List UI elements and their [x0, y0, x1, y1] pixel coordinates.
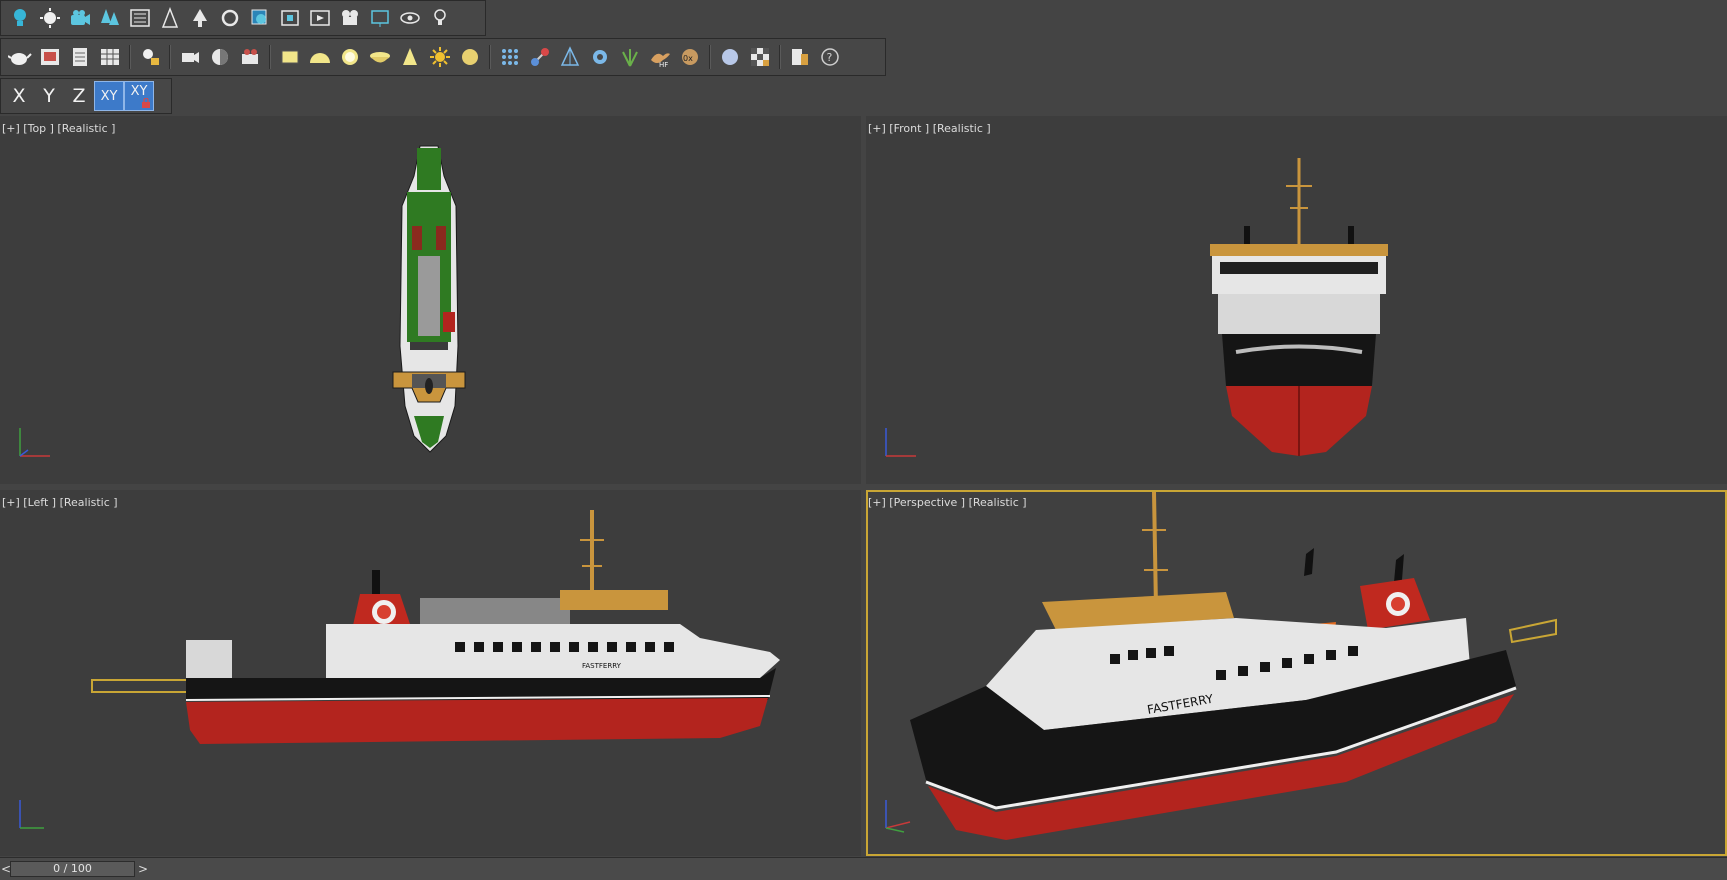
molecule-icon[interactable] — [525, 42, 555, 72]
camera-rig-icon[interactable] — [175, 42, 205, 72]
timeline-next-button[interactable]: > — [137, 861, 149, 877]
create-toolbar: HF 0x ? — [0, 38, 886, 76]
globe-icon[interactable] — [715, 42, 745, 72]
axis-y-button[interactable]: Y — [34, 81, 64, 111]
eye-icon[interactable] — [395, 3, 425, 33]
axis-gizmo — [19, 800, 44, 829]
axis-x-button[interactable]: X — [4, 81, 34, 111]
grass-icon[interactable] — [615, 42, 645, 72]
teapot-icon[interactable] — [5, 42, 35, 72]
axis-gizmo — [19, 428, 50, 457]
axis-xy-button[interactable]: XY — [94, 81, 124, 111]
ship-top-view — [392, 145, 466, 453]
axis-constraints-toolbar: X Y Z XY XY — [0, 78, 172, 114]
tree-icon[interactable] — [185, 3, 215, 33]
toolbar-separator — [779, 45, 781, 69]
dome-icon[interactable] — [305, 42, 335, 72]
sun-icon[interactable] — [35, 3, 65, 33]
toolbar-separator — [709, 45, 711, 69]
ship-front-view — [1210, 158, 1388, 456]
doc-icon[interactable] — [785, 42, 815, 72]
notes-icon[interactable] — [65, 42, 95, 72]
toolbar-separator — [169, 45, 171, 69]
axis-z-button[interactable]: Z — [64, 81, 94, 111]
trees-icon[interactable] — [95, 3, 125, 33]
svg-text:0x: 0x — [683, 54, 693, 63]
viewport-perspective[interactable]: [+] [Perspective ] [Realistic ] FASTFERR… — [866, 490, 1727, 856]
bulb-icon[interactable] — [425, 3, 455, 33]
frame-icon[interactable] — [275, 3, 305, 33]
help-icon[interactable]: ? — [815, 42, 845, 72]
viewport-top[interactable]: [+] [Top ] [Realistic ] — [0, 116, 861, 484]
toolbar-separator — [269, 45, 271, 69]
lock-icon — [142, 98, 150, 108]
axis-gizmo — [885, 428, 916, 457]
main-toolbar — [0, 0, 486, 36]
toolbar-separator — [489, 45, 491, 69]
bird-icon[interactable]: HF — [645, 42, 675, 72]
svg-text:HF: HF — [659, 61, 668, 68]
ship-left-view: FASTFERRY — [91, 510, 780, 744]
timeline-bar: < 0 / 100 > — [0, 857, 1727, 880]
material-icon[interactable] — [155, 3, 185, 33]
shell-icon[interactable]: 0x — [675, 42, 705, 72]
render-icon[interactable] — [305, 3, 335, 33]
shader-icon[interactable] — [205, 42, 235, 72]
axis-gizmo — [885, 800, 911, 833]
gear-icon[interactable] — [585, 42, 615, 72]
rotate-icon[interactable] — [215, 3, 245, 33]
ring-icon[interactable] — [335, 42, 365, 72]
bowl-icon[interactable] — [365, 42, 395, 72]
viewport-front[interactable]: [+] [Front ] [Realistic ] — [866, 116, 1727, 484]
light-icon[interactable] — [5, 3, 35, 33]
plane-icon[interactable] — [275, 42, 305, 72]
video-icon[interactable] — [235, 42, 265, 72]
cone-icon[interactable] — [395, 42, 425, 72]
svg-text:?: ? — [827, 51, 833, 64]
ship-name-text: FASTFERRY — [582, 662, 622, 670]
starburst-icon[interactable] — [425, 42, 455, 72]
viewport-left[interactable]: [+] [Left ] [Realistic ] FASTFERRY — [0, 490, 861, 856]
axis-xy-lock-button[interactable]: XY — [124, 81, 154, 111]
toolbar-separator — [129, 45, 131, 69]
dots-icon[interactable] — [495, 42, 525, 72]
camera-group-icon[interactable] — [65, 3, 95, 33]
pyramid-icon[interactable] — [555, 42, 585, 72]
checker-icon[interactable] — [745, 42, 775, 72]
axis-xy-lock-label: XY — [130, 84, 148, 99]
monitor-icon[interactable] — [365, 3, 395, 33]
lamp-icon[interactable] — [135, 42, 165, 72]
grid-icon[interactable] — [95, 42, 125, 72]
ship-perspective-view: FASTFERRY — [910, 491, 1557, 840]
list-icon[interactable] — [125, 3, 155, 33]
camera-icon[interactable] — [335, 3, 365, 33]
sphere-icon[interactable] — [455, 42, 485, 72]
image-icon[interactable] — [35, 42, 65, 72]
time-slider[interactable]: 0 / 100 — [10, 861, 135, 877]
layers-icon[interactable] — [245, 3, 275, 33]
